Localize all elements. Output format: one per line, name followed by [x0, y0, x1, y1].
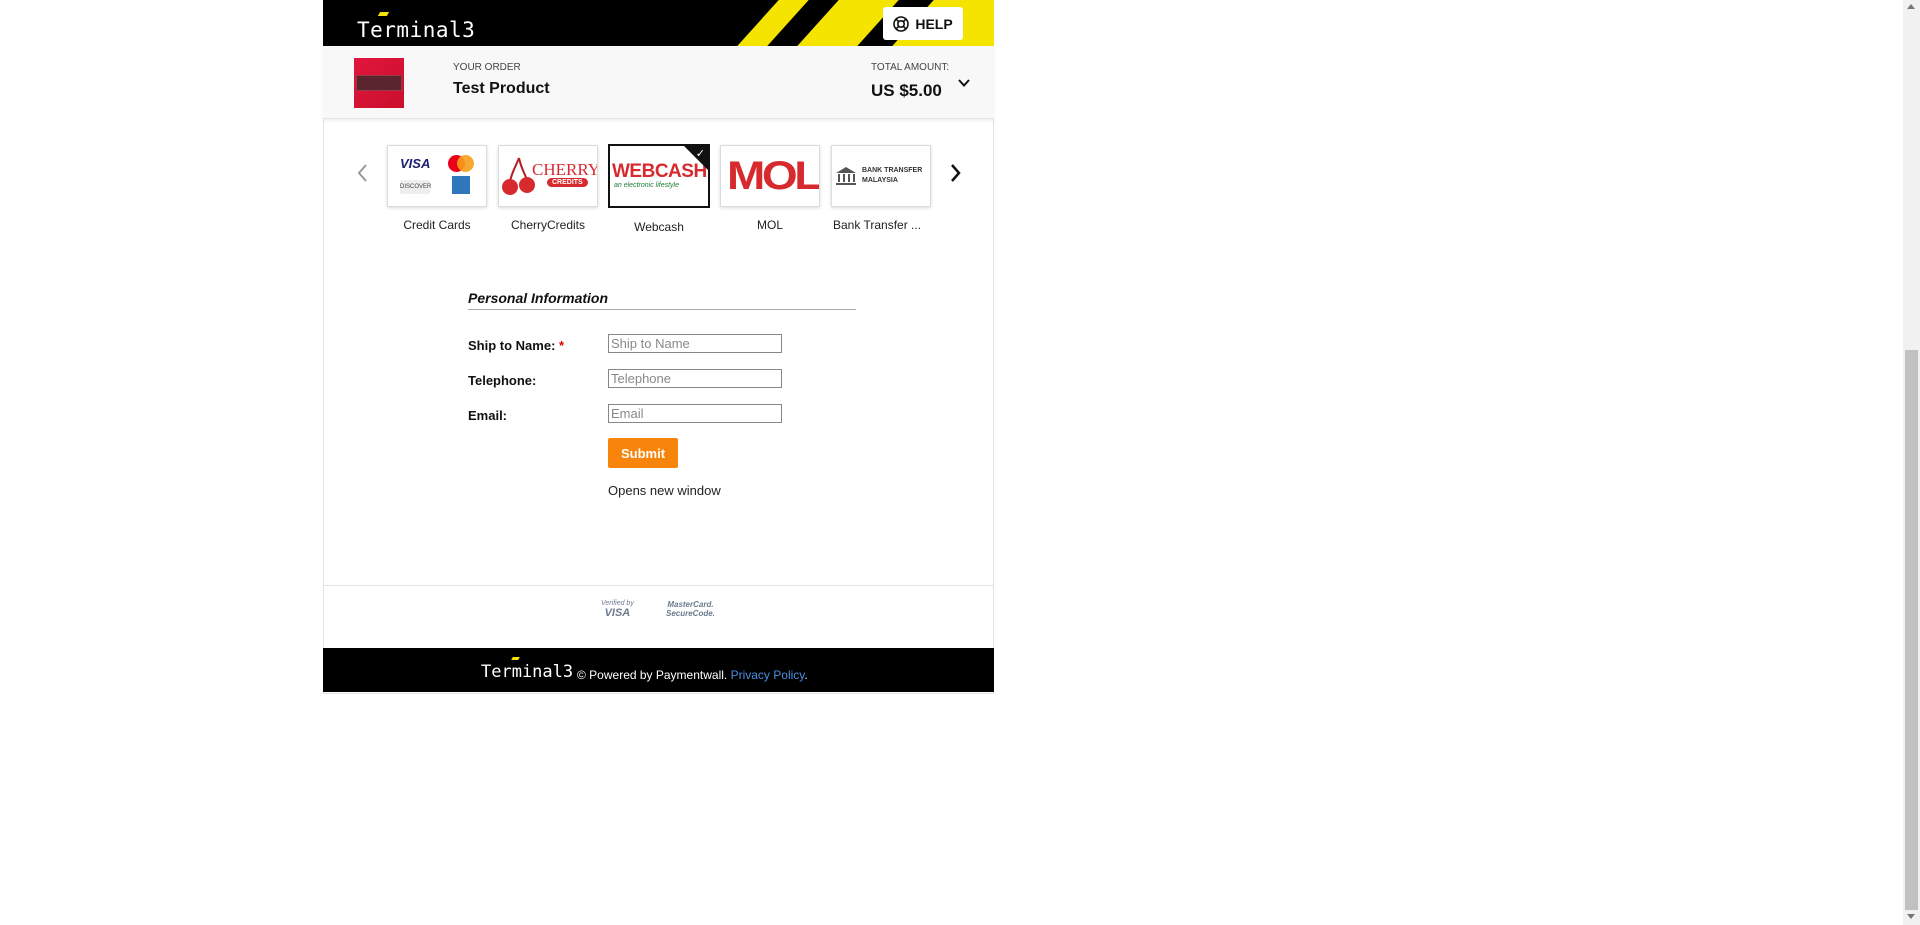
section-title: Personal Information: [468, 290, 856, 310]
footer-terminal3-logo: Terminal3: [481, 657, 574, 682]
footer-logo-text: Terminal3: [481, 662, 574, 682]
cherry-credits-tag: CREDITS: [547, 178, 588, 187]
discover-logo: DISCOVER: [400, 180, 431, 194]
chevron-down-icon[interactable]: [957, 76, 971, 90]
telephone-label: Telephone:: [468, 373, 537, 388]
email-row: Email:: [468, 404, 858, 426]
footer-period: .: [804, 668, 808, 682]
help-button[interactable]: HELP: [883, 7, 963, 40]
telephone-input[interactable]: [608, 369, 782, 388]
webcash-tagline: an electronic lifestyle: [614, 182, 679, 189]
chevron-left-icon[interactable]: [353, 158, 373, 188]
personal-information-form: Personal Information Ship to Name: * Tel…: [468, 290, 858, 498]
privacy-policy-link[interactable]: Privacy Policy: [731, 668, 805, 682]
product-thumbnail-plate: [356, 75, 402, 91]
powered-by-label: © Powered by Paymentwall.: [577, 668, 728, 682]
cherrycredits-logo: CHERRY CREDITS: [498, 145, 598, 207]
mastercard-logo: [448, 155, 474, 172]
verified-by-visa-badge: Verified by VISA: [601, 600, 634, 619]
chevron-right-icon[interactable]: [945, 158, 965, 188]
bank-transfer-country: MALAYSIA: [862, 177, 898, 184]
logo-accent-mark: [377, 12, 390, 16]
bank-transfer-logo: BANK TRANSFER MALAYSIA: [831, 145, 931, 207]
page-scrollbar[interactable]: [1903, 0, 1920, 925]
securecode-text: SecureCode.: [666, 609, 715, 618]
checkmark-icon: ✓: [695, 148, 705, 160]
scrollbar-thumb[interactable]: [1905, 350, 1918, 910]
visa-logo: VISA: [400, 156, 431, 171]
payment-method-label: MOL: [756, 218, 783, 232]
footer-divider: [323, 585, 994, 586]
scroll-down-arrow-icon[interactable]: [1907, 914, 1915, 919]
email-input[interactable]: [608, 404, 782, 423]
payment-method-label: CherryCredits: [510, 218, 585, 232]
visa-text: VISA: [604, 607, 631, 619]
mastercard-text: MasterCard.: [667, 600, 714, 609]
scroll-up-arrow-icon[interactable]: [1907, 4, 1915, 9]
total-amount: US $5.00: [871, 81, 942, 100]
payment-method-label: Bank Transfer ...: [833, 218, 922, 232]
footer-bar: Terminal3 © Powered by Paymentwall. Priv…: [323, 648, 994, 692]
total-amount-label: TOTAL AMOUNT:: [871, 62, 950, 73]
product-name: Test Product: [453, 80, 550, 97]
product-thumbnail: [354, 58, 404, 108]
mastercard-securecode-badge: MasterCard. SecureCode.: [666, 600, 715, 618]
opens-new-window-hint: Opens new window: [608, 483, 721, 498]
checkout-widget: Terminal3 HELP YOUR ORDER Test Product T…: [323, 0, 994, 694]
payment-method-cherrycredits[interactable]: CHERRY CREDITS CherryCredits: [498, 145, 598, 232]
webcash-logo: WEBCASH an electronic lifestyle ✓: [609, 145, 709, 207]
payment-method-credit-cards[interactable]: VISA DISCOVER Credit Cards: [387, 145, 487, 232]
required-asterisk: *: [559, 338, 565, 353]
terminal3-logo: Terminal3: [357, 12, 476, 42]
amex-logo: [452, 176, 470, 194]
help-label: HELP: [915, 15, 953, 32]
logo-accent-mark: [511, 657, 520, 660]
order-summary: YOUR ORDER Test Product TOTAL AMOUNT: US…: [323, 46, 994, 119]
cherry-wordmark: CHERRY: [532, 160, 598, 179]
payment-method-mol[interactable]: MOL MOL: [720, 145, 820, 232]
credit-cards-logo: VISA DISCOVER: [387, 145, 487, 207]
mol-logo: MOL: [720, 145, 820, 207]
logo-text: Terminal3: [357, 18, 476, 42]
mol-wordmark: MOL: [727, 154, 819, 198]
bank-icon: [836, 167, 856, 185]
payment-method-label: Webcash: [634, 220, 684, 234]
submit-button[interactable]: Submit: [608, 438, 678, 468]
payment-method-label: Credit Cards: [403, 218, 471, 232]
order-label: YOUR ORDER: [453, 62, 521, 73]
lifebuoy-icon: [893, 15, 910, 32]
powered-by-text: © Powered by Paymentwall. Privacy Policy…: [577, 668, 808, 682]
email-label: Email:: [468, 408, 508, 423]
header-stripe: [737, 0, 809, 46]
ship-to-name-row: Ship to Name: *: [468, 334, 858, 356]
ship-to-name-input[interactable]: [608, 334, 782, 353]
header-bar: Terminal3 HELP: [323, 0, 994, 46]
payment-method-bank-transfer[interactable]: BANK TRANSFER MALAYSIA Bank Transfer ...: [831, 145, 931, 232]
telephone-row: Telephone:: [468, 369, 858, 391]
bank-transfer-wordmark: BANK TRANSFER: [862, 167, 923, 174]
ship-to-name-label: Ship to Name: *: [468, 338, 565, 353]
payment-method-webcash[interactable]: WEBCASH an electronic lifestyle ✓ Webcas…: [609, 145, 709, 234]
verified-by-text: Verified by: [601, 600, 634, 607]
